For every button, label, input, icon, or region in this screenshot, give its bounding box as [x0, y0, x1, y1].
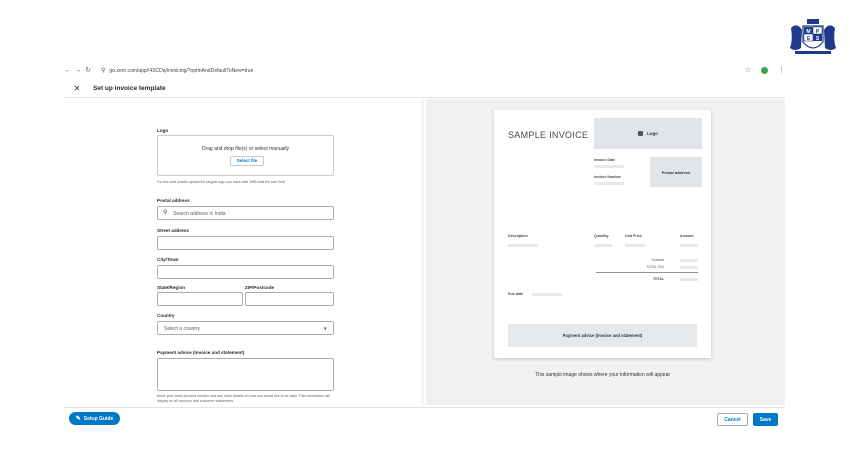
state-label: State/Region	[157, 285, 186, 290]
invoice-number-placeholder	[594, 182, 624, 185]
column-description: Description	[508, 234, 528, 238]
chevron-down-icon: ▾	[324, 326, 327, 332]
setup-guide-label: Setup Guide	[83, 415, 114, 422]
kebab-icon[interactable]: ⋮	[778, 66, 785, 74]
zip-label: ZIP/Postcode	[245, 285, 275, 290]
street-address-input[interactable]	[157, 236, 334, 250]
page-header: ✕ Set up invoice template	[63, 80, 785, 98]
due-date-label: Due date	[508, 292, 524, 296]
logo-placeholder: Logo	[594, 118, 702, 149]
quantity-placeholder	[594, 244, 612, 247]
brand-crest-logo: M P E S	[787, 18, 839, 58]
address-bar-url: go.xero.com/app/!4SCDq/invoicing/?optInA…	[109, 67, 254, 74]
sample-invoice-title: SAMPLE INVOICE	[508, 130, 589, 140]
search-icon: ⚲	[163, 210, 168, 216]
payment-advice-label: Payment advice (Invoice and statement)	[157, 350, 245, 355]
form-scrollbar[interactable]	[421, 99, 424, 405]
country-label: Country	[157, 313, 175, 318]
state-input[interactable]	[157, 292, 243, 306]
column-amount: Amount	[680, 234, 694, 238]
logo-label: Logo	[157, 128, 169, 133]
logo-hint: For the best results upload the largest …	[157, 180, 285, 184]
extension-icon[interactable]	[761, 66, 768, 74]
column-unit-price: Unit Price	[625, 234, 642, 238]
logo-placeholder-label: Logo	[647, 131, 658, 136]
dropzone-text: Drag and drop file(s) or select manually	[201, 146, 290, 152]
close-icon[interactable]: ✕	[69, 84, 85, 93]
star-icon[interactable]: ☆	[745, 66, 751, 74]
invoice-preview-sheet: SAMPLE INVOICE Logo Invoice Date Invoice…	[494, 110, 711, 358]
tune-icon[interactable]: ⚲	[101, 68, 105, 74]
tax-label: TOTAL TAX	[646, 265, 664, 269]
postal-address-label: Postal address	[157, 198, 190, 203]
setup-guide-button[interactable]: ✎ Setup Guide	[69, 412, 120, 425]
select-file-button[interactable]: Select file	[230, 156, 264, 166]
postal-address-input[interactable]: ⚲ Search address in India	[157, 206, 334, 220]
street-address-label: Street address	[157, 228, 189, 233]
country-placeholder: Select a country	[164, 326, 200, 332]
invoice-date-placeholder	[594, 165, 624, 168]
tax-placeholder	[680, 266, 698, 269]
postal-address-placeholder: Postal address	[650, 157, 702, 187]
page-title: Set up invoice template	[93, 85, 166, 92]
postal-address-placeholder: Search address in India	[173, 211, 226, 217]
footer-divider	[63, 407, 785, 408]
country-select[interactable]: Select a country ▾	[157, 321, 334, 335]
forward-icon[interactable]: →	[73, 67, 83, 74]
total-divider	[596, 272, 698, 273]
payment-advice-placeholder: Payment advice (Invoice and statement)	[508, 324, 697, 347]
city-label: City/Town	[157, 257, 179, 262]
due-date-placeholder	[532, 293, 562, 296]
reload-icon[interactable]: ↻	[83, 66, 93, 74]
browser-toolbar: ← → ↻ ⚲ go.xero.com/app/!4SCDq/invoicing/…	[63, 62, 785, 78]
column-quantity: Quantity	[594, 234, 609, 238]
total-placeholder	[680, 278, 698, 281]
city-input[interactable]	[157, 265, 334, 279]
payment-advice-textarea[interactable]	[157, 358, 334, 391]
logo-dropzone[interactable]: Drag and drop file(s) or select manually…	[157, 135, 334, 176]
back-icon[interactable]: ←	[63, 67, 73, 74]
save-button[interactable]: Save	[753, 413, 778, 426]
invoice-number-label: Invoice Number	[594, 175, 621, 179]
svg-text:M: M	[806, 29, 810, 35]
cancel-button[interactable]: Cancel	[717, 413, 748, 426]
setup-guide-icon: ✎	[75, 416, 81, 422]
description-placeholder	[508, 244, 538, 247]
image-icon	[638, 131, 644, 136]
preview-caption: This sample image shows where your infor…	[534, 372, 671, 378]
subtotal-placeholder	[680, 259, 698, 262]
zip-input[interactable]	[245, 292, 334, 306]
unit-price-placeholder	[625, 244, 645, 247]
payment-advice-hint: Enter your bank account number and any o…	[157, 394, 330, 403]
subtotal-label: Subtotal	[651, 258, 664, 262]
amount-placeholder	[680, 244, 698, 247]
invoice-date-label: Invoice Date	[594, 158, 616, 162]
address-bar[interactable]: ⚲ go.xero.com/app/!4SCDq/invoicing/?optIn…	[101, 67, 253, 74]
total-label: TOTAL	[653, 277, 664, 281]
